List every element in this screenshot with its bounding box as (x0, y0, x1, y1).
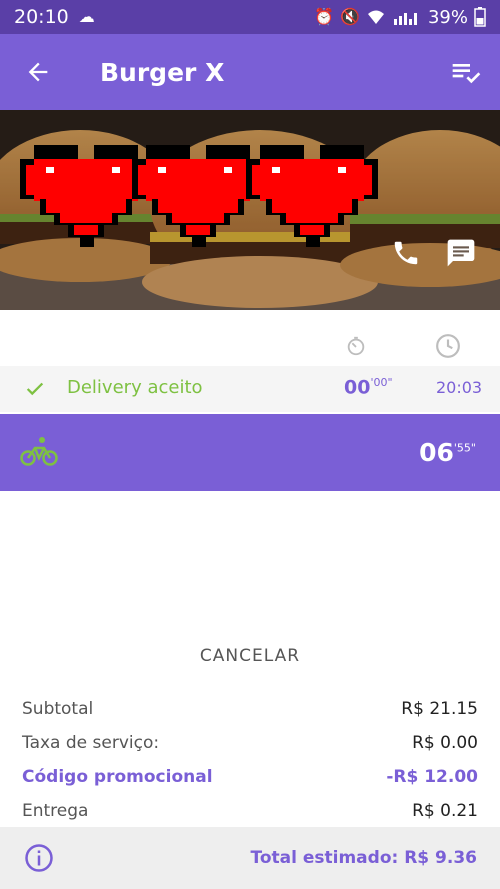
summary-row-service-fee: Taxa de serviço: R$ 0.00 (22, 731, 478, 765)
timer-icon (347, 336, 365, 356)
phone-icon (394, 241, 418, 265)
info-icon[interactable] (24, 843, 54, 873)
app-bar: Burger X (0, 34, 500, 110)
battery-level: 39% (427, 6, 468, 28)
order-status-label: Delivery aceito (67, 377, 203, 398)
order-status-row: Delivery aceito 00'00" 20:03 (0, 366, 500, 412)
delivery-eta: 06'55" (419, 438, 476, 467)
summary-label: Taxa de serviço: (22, 733, 160, 753)
summary-value: -R$ 12.00 (386, 767, 478, 787)
check-icon (26, 382, 44, 396)
status-clock-time: 20:03 (436, 378, 483, 397)
cloud-icon: ☁ (78, 7, 95, 26)
summary-row-subtotal: Subtotal R$ 21.15 (22, 697, 478, 731)
battery-icon (474, 7, 486, 27)
status-bar: 20:10 ☁ ⏰ 🔇 39% (0, 0, 500, 34)
order-tracking-screen: 20:10 ☁ ⏰ 🔇 39% Burger X Delivery aceito… (0, 0, 500, 889)
cancel-order-button[interactable]: CANCELAR (0, 646, 500, 666)
progress-header (0, 318, 500, 370)
wifi-icon (367, 10, 384, 24)
mute-icon: 🔇 (340, 7, 360, 26)
back-arrow-icon (28, 62, 48, 82)
summary-value: R$ 21.15 (401, 699, 478, 719)
order-details-button[interactable] (446, 52, 486, 92)
status-time: 20:10 (14, 6, 69, 28)
signal-icon (393, 13, 417, 25)
summary-value: R$ 0.21 (412, 801, 478, 821)
clock-icon (436, 334, 460, 358)
estimated-total: Total estimado: R$ 9.36 (250, 848, 478, 868)
elapsed-time: 00'00" (344, 376, 393, 399)
burger-photo (0, 110, 500, 310)
restaurant-banner (0, 110, 500, 310)
bike-icon (20, 437, 58, 466)
delivery-eta-bar: 06'55" (0, 414, 500, 491)
summary-value: R$ 0.00 (412, 733, 478, 753)
summary-row-promo-code: Código promocional -R$ 12.00 (22, 765, 478, 799)
alarm-icon: ⏰ (314, 7, 335, 26)
status-icons: ⏰ 🔇 39% (314, 7, 486, 28)
page-title: Burger X (100, 57, 225, 87)
summary-label: Subtotal (22, 699, 94, 719)
back-button[interactable] (0, 34, 76, 110)
list-check-icon (452, 64, 481, 84)
summary-label: Entrega (22, 801, 89, 821)
summary-label: Código promocional (22, 767, 213, 787)
chat-icon (447, 239, 475, 267)
order-summary: Subtotal R$ 21.15 Taxa de serviço: R$ 0.… (22, 697, 478, 833)
total-footer: Total estimado: R$ 9.36 (0, 827, 500, 889)
call-restaurant-button[interactable] (385, 232, 427, 274)
chat-button[interactable] (440, 232, 482, 274)
